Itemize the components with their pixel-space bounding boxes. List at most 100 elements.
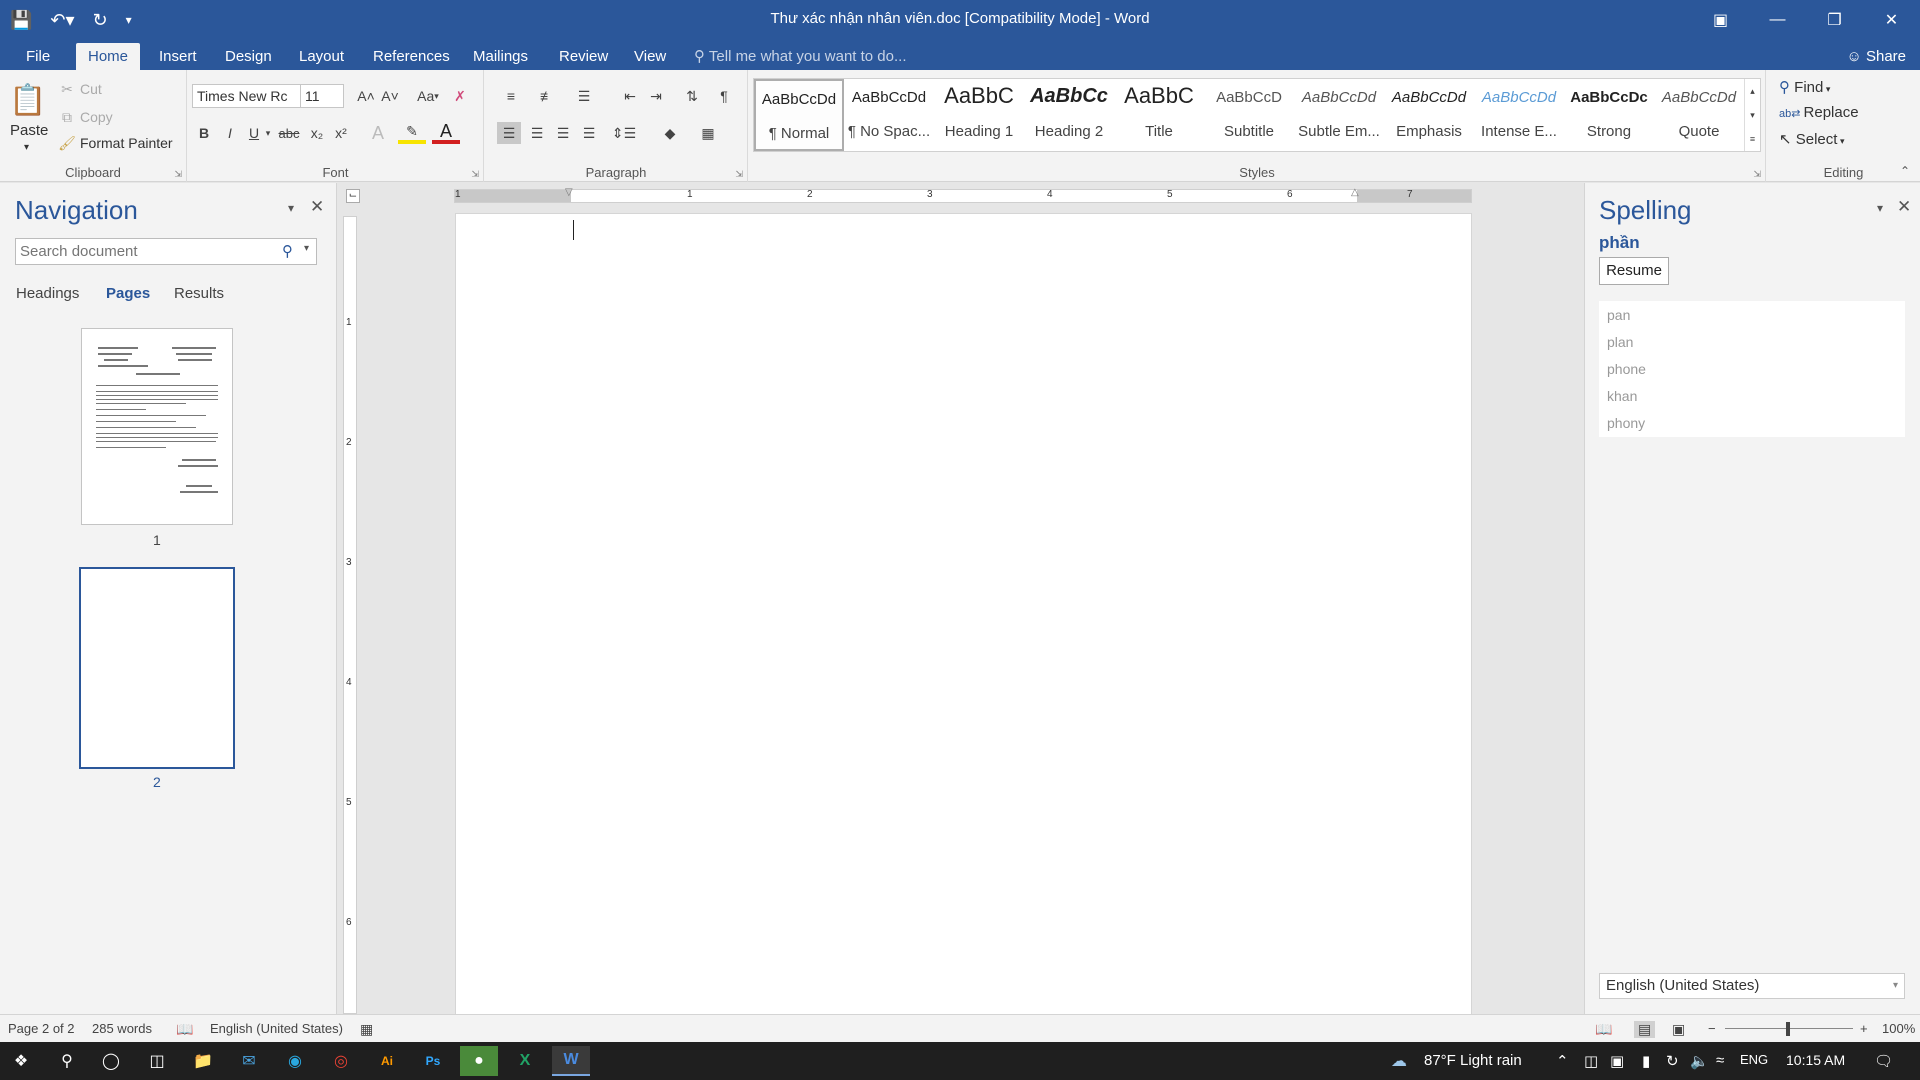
decrease-indent-icon[interactable]: ⇤	[619, 86, 641, 106]
close-icon[interactable]: ✕	[1863, 0, 1920, 40]
clear-formatting-icon[interactable]: ✗	[450, 86, 470, 106]
edge-icon[interactable]: ◉	[276, 1046, 314, 1076]
page-thumbnail-2[interactable]	[79, 567, 235, 769]
tab-mailings[interactable]: Mailings	[461, 43, 540, 70]
style-intense-emphasis[interactable]: AaBbCcDd Intense E...	[1474, 79, 1564, 151]
styles-scroll-up-icon[interactable]: ▴	[1744, 79, 1760, 103]
excel-icon[interactable]: X	[506, 1046, 544, 1076]
nav-tab-pages[interactable]: Pages	[106, 285, 150, 302]
page-thumbnail-1[interactable]	[81, 328, 233, 525]
tab-selector-icon[interactable]: ⌙	[346, 189, 360, 203]
increase-indent-icon[interactable]: ⇥	[645, 86, 667, 106]
tab-file[interactable]: File	[14, 43, 62, 70]
zoom-level[interactable]: 100%	[1882, 1021, 1915, 1036]
paragraph-launcher-icon[interactable]: ⇲	[735, 169, 743, 180]
subscript-button[interactable]: x₂	[306, 122, 328, 144]
tell-me-search[interactable]: ⚲ Tell me what you want to do...	[694, 43, 907, 70]
align-center-icon[interactable]: ☰	[525, 122, 549, 144]
style-normal[interactable]: AaBbCcDd ¶ Normal	[754, 79, 844, 151]
style-heading-2[interactable]: AaBbCc Heading 2	[1024, 79, 1114, 151]
style-subtitle[interactable]: AaBbCcD Subtitle	[1204, 79, 1294, 151]
input-language[interactable]: ENG	[1740, 1052, 1768, 1067]
format-painter-button[interactable]: Format Painter	[80, 135, 173, 151]
macro-icon[interactable]: ▦	[360, 1021, 373, 1038]
paste-button[interactable]: Paste	[10, 122, 48, 139]
clock[interactable]: 10:15 AM	[1786, 1052, 1845, 1068]
device-icon[interactable]: ◫	[1584, 1052, 1598, 1070]
change-case-button[interactable]: Aa ▾	[414, 86, 442, 106]
status-language[interactable]: English (United States)	[210, 1021, 343, 1036]
wifi-icon[interactable]: ≈	[1716, 1052, 1724, 1069]
highlight-color-icon[interactable]: ✎	[398, 122, 426, 144]
bullets-icon[interactable]: ≡	[497, 86, 525, 106]
navigation-search-input[interactable]	[15, 238, 317, 265]
show-hidden-icons-icon[interactable]: ⌃	[1556, 1052, 1569, 1070]
tab-layout[interactable]: Layout	[287, 43, 356, 70]
tab-view[interactable]: View	[622, 43, 678, 70]
replace-button[interactable]: ab⇄ Replace	[1779, 104, 1859, 121]
mail-icon[interactable]: ✉	[230, 1046, 268, 1076]
nav-tab-results[interactable]: Results	[174, 285, 224, 302]
shrink-font-icon[interactable]: A˅	[380, 86, 400, 106]
sync-icon[interactable]: ↻	[1666, 1052, 1679, 1070]
suggestion-item[interactable]: pan	[1607, 307, 1630, 323]
select-button[interactable]: ↖ Select ▾	[1779, 130, 1844, 148]
italic-button[interactable]: I	[220, 122, 240, 144]
language-select[interactable]: English (United States) ▾	[1599, 973, 1905, 999]
close-pane-icon[interactable]: ✕	[1897, 197, 1911, 217]
justify-icon[interactable]: ☰	[577, 122, 601, 144]
display-icon[interactable]: ▣	[1610, 1052, 1624, 1070]
search-icon[interactable]: ⚲	[48, 1046, 86, 1076]
zoom-out-icon[interactable]: −	[1708, 1021, 1716, 1036]
suggestion-item[interactable]: phony	[1607, 415, 1645, 431]
style-title[interactable]: AaBbC Title	[1114, 79, 1204, 151]
bold-button[interactable]: B	[194, 122, 214, 144]
search-options-icon[interactable]: ▾	[304, 243, 309, 254]
styles-launcher-icon[interactable]: ⇲	[1753, 169, 1761, 180]
show-formatting-icon[interactable]: ¶	[713, 86, 735, 106]
font-color-icon[interactable]: A	[432, 121, 460, 144]
clipboard-launcher-icon[interactable]: ⇲	[174, 169, 182, 180]
pane-options-icon[interactable]: ▾	[1877, 201, 1883, 215]
style-no-spacing[interactable]: AaBbCcDd ¶ No Spac...	[844, 79, 934, 151]
tab-home[interactable]: Home	[76, 43, 141, 70]
file-explorer-icon[interactable]: 📁	[184, 1046, 222, 1076]
text-effects-icon[interactable]: A	[364, 122, 392, 144]
windows-start-icon[interactable]: ❖	[2, 1046, 40, 1076]
zoom-slider-thumb[interactable]	[1786, 1022, 1790, 1036]
collapse-ribbon-icon[interactable]: ⌃	[1900, 164, 1910, 178]
find-button[interactable]: ⚲ Find ▾	[1779, 78, 1830, 96]
grow-font-icon[interactable]: A˄	[356, 86, 376, 106]
multilevel-list-icon[interactable]: ☰	[569, 86, 599, 106]
styles-scroll-down-icon[interactable]: ▾	[1744, 103, 1760, 127]
proofing-icon[interactable]: 📖	[176, 1021, 193, 1038]
suggestion-item[interactable]: plan	[1607, 334, 1633, 350]
borders-icon[interactable]: ▦	[693, 122, 723, 144]
ribbon-display-options-icon[interactable]: ▣	[1692, 0, 1749, 40]
paste-icon[interactable]: 📋	[9, 80, 46, 120]
horizontal-ruler[interactable]: 1 1 2 3 4 5 6 7 ▽ △	[454, 187, 1472, 203]
tab-review[interactable]: Review	[547, 43, 620, 70]
suggestion-item[interactable]: phone	[1607, 361, 1646, 377]
tab-references[interactable]: References	[361, 43, 462, 70]
pane-options-icon[interactable]: ▾	[288, 201, 294, 215]
sort-icon[interactable]: ⇅	[681, 86, 703, 106]
copy-button[interactable]: Copy	[80, 109, 113, 125]
cortana-icon[interactable]: ◯	[92, 1046, 130, 1076]
align-right-icon[interactable]: ☰	[551, 122, 575, 144]
style-heading-1[interactable]: AaBbC Heading 1	[934, 79, 1024, 151]
style-quote[interactable]: AaBbCcDd Quote	[1654, 79, 1744, 151]
resume-button[interactable]: Resume	[1599, 257, 1669, 285]
cut-button[interactable]: Cut	[80, 81, 102, 97]
weather-status[interactable]: 87°F Light rain	[1424, 1052, 1522, 1069]
print-layout-icon[interactable]: ▤	[1634, 1021, 1656, 1038]
read-mode-icon[interactable]: 📖	[1595, 1021, 1612, 1038]
minimize-icon[interactable]: —	[1749, 0, 1806, 40]
page-count[interactable]: Page 2 of 2	[8, 1021, 75, 1036]
strikethrough-button[interactable]: abc	[276, 122, 302, 144]
nav-tab-headings[interactable]: Headings	[16, 285, 79, 302]
word-count[interactable]: 285 words	[92, 1021, 152, 1036]
search-icon[interactable]: ⚲	[282, 242, 293, 260]
font-name-box[interactable]: Times New Rc	[192, 84, 302, 108]
paste-dropdown-icon[interactable]: ▾	[24, 142, 29, 153]
